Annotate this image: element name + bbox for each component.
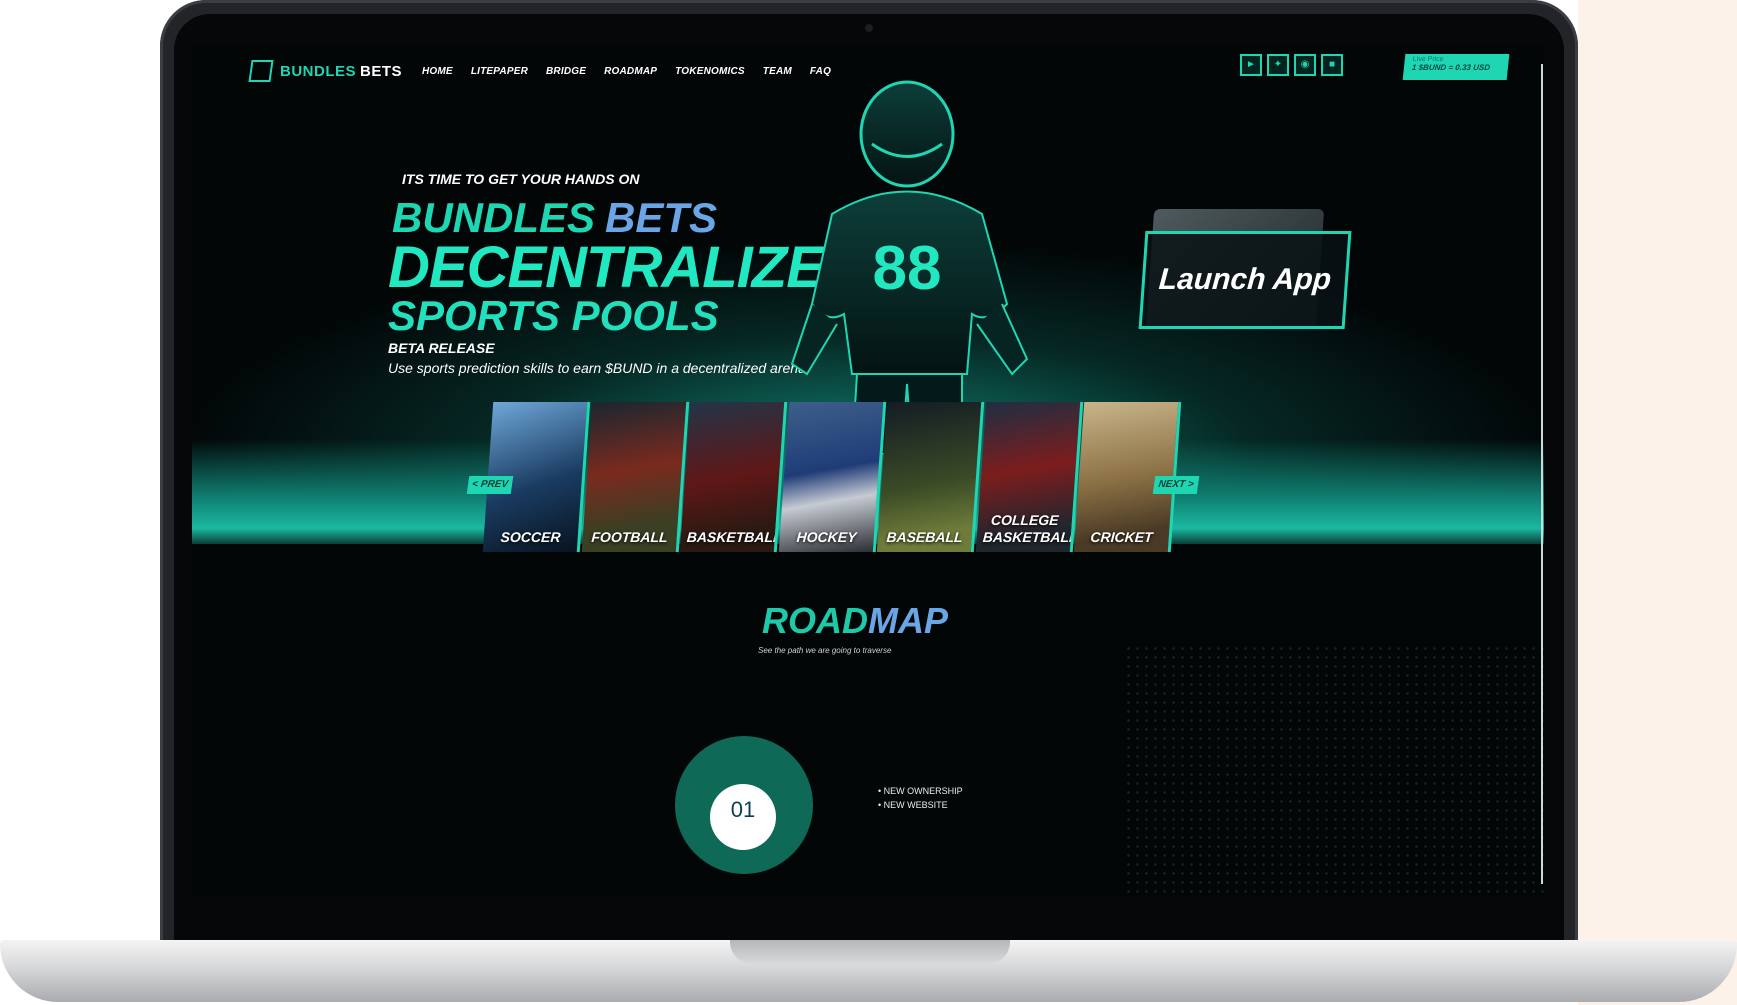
logo-icon (248, 60, 274, 82)
dot-pattern (1124, 644, 1544, 896)
hero-subtitle: Use sports prediction skills to earn $BU… (388, 360, 806, 376)
roadmap-item: • NEW OWNERSHIP (878, 786, 963, 796)
discord-icon[interactable]: ◉ (1294, 54, 1316, 76)
main-nav: HOME LITEPAPER BRIDGE ROADMAP TOKENOMICS… (422, 66, 831, 77)
sport-card-label: SOCCER (500, 529, 562, 545)
nav-litepaper[interactable]: LITEPAPER (471, 66, 528, 77)
medium-icon[interactable]: ■ (1321, 54, 1343, 76)
roadmap-phase-number: 01 (710, 784, 776, 850)
camera-dot (865, 24, 873, 32)
beta-label: BETA RELEASE (388, 340, 495, 356)
sport-card-hockey[interactable]: HOCKEY (778, 402, 886, 552)
brand-name: BUNDLES (280, 62, 357, 80)
laptop-opening-notch (730, 940, 1010, 964)
twitter-icon[interactable]: ✦ (1267, 54, 1289, 76)
sport-card-label: BASKETBALL (686, 529, 783, 545)
jersey-number: 88 (873, 234, 942, 303)
nav-tokenomics[interactable]: TOKENOMICS (675, 66, 745, 77)
nav-bridge[interactable]: BRIDGE (546, 66, 586, 77)
launch-app-button[interactable]: Launch App (1138, 231, 1352, 329)
sport-card-label: COLLEGE BASKETBALL (982, 512, 1079, 545)
football-player-illustration: 88 (790, 80, 1029, 454)
carousel-prev-button[interactable]: < PREV (466, 476, 514, 494)
launch-app-panel: Launch App (1138, 209, 1352, 329)
roadmap-title: ROADMAP (762, 600, 948, 642)
website-screen: BUNDLES BETS HOME LITEPAPER BRIDGE ROADMA… (192, 44, 1544, 896)
telegram-icon[interactable]: ► (1240, 54, 1262, 76)
sports-carousel: SOCCER FOOTBALL BASKETBALL HOCKEY BASEBA… (482, 402, 1182, 552)
social-links: ► ✦ ◉ ■ (1240, 54, 1343, 76)
roadmap-subtitle: See the path we are going to traverse (758, 646, 892, 655)
roadmap-title-accent: MAP (868, 600, 948, 641)
roadmap-phase-items: • NEW OWNERSHIP • NEW WEBSITE (878, 784, 963, 812)
sport-card-label: HOCKEY (795, 529, 857, 545)
sport-card-college-basketball[interactable]: COLLEGE BASKETBALL (975, 402, 1083, 552)
brand-logo[interactable]: BUNDLES BETS (248, 60, 403, 82)
live-price-value: 1 $BUND = 0.33 USD (1411, 63, 1491, 72)
live-price-badge[interactable]: Live Price 1 $BUND = 0.33 USD (1402, 54, 1510, 80)
hero-title-line3: SPORTS POOLS (388, 292, 719, 339)
nav-home[interactable]: HOME (422, 66, 453, 77)
roadmap-title-main: ROAD (762, 600, 868, 641)
sport-card-football[interactable]: FOOTBALL (581, 402, 689, 552)
sport-card-baseball[interactable]: BASEBALL (877, 402, 985, 552)
carousel-next-button[interactable]: NEXT > (1152, 476, 1200, 494)
sport-card-basketball[interactable]: BASKETBALL (679, 402, 787, 552)
page-scrollbar[interactable] (1541, 64, 1543, 884)
nav-roadmap[interactable]: ROADMAP (604, 66, 657, 77)
background-panel (1578, 0, 1737, 1005)
sport-card-label: CRICKET (1090, 529, 1154, 545)
roadmap-item: • NEW WEBSITE (878, 800, 948, 810)
sport-card-label: FOOTBALL (590, 529, 668, 545)
sport-card-label: BASEBALL (886, 529, 964, 545)
brand-name-accent: BETS (360, 62, 403, 80)
live-price-label: Live Price (1412, 56, 1444, 63)
hero-kicker: ITS TIME TO GET YOUR HANDS ON (402, 171, 640, 187)
